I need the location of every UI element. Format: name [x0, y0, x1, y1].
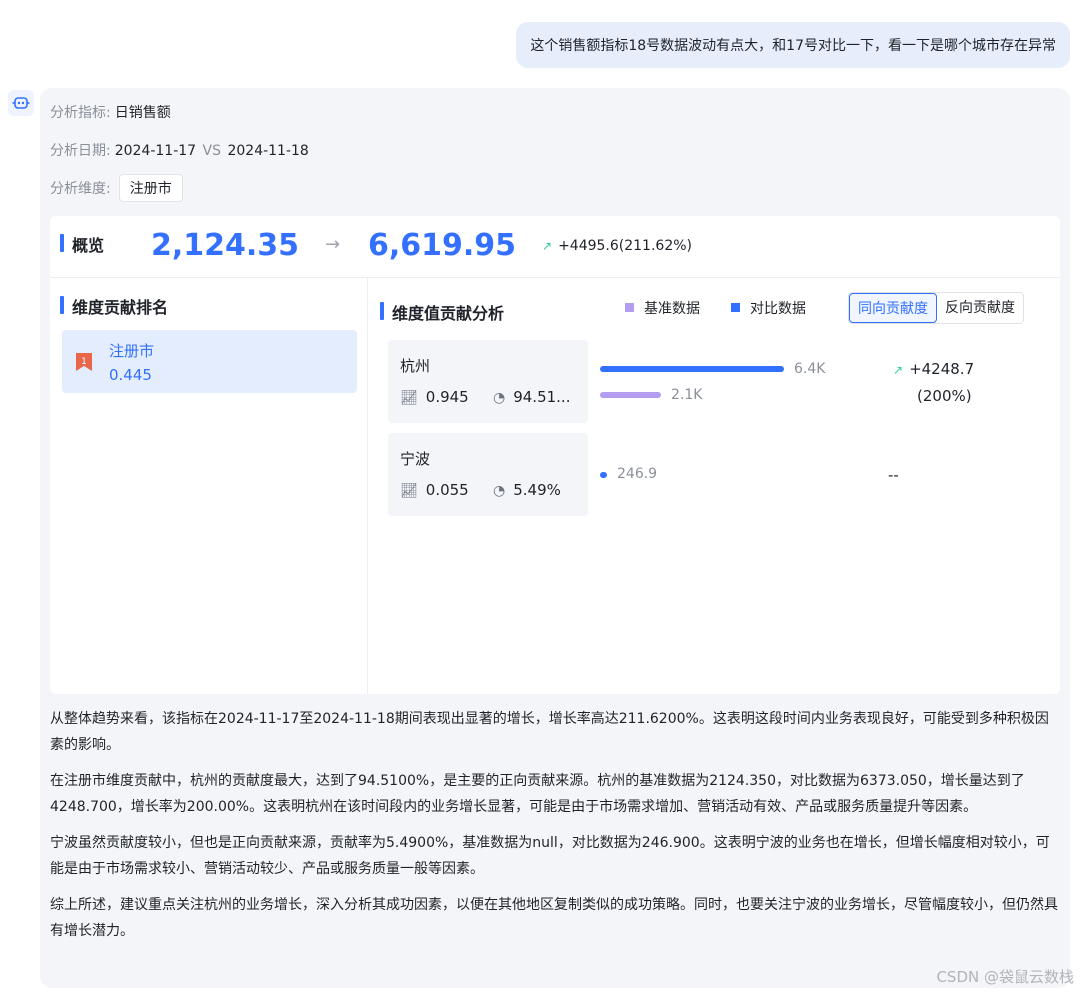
date-from: 2024-11-17 — [114, 143, 197, 159]
analysis-text: 从整体趋势来看，该指标在2024-11-17至2024-11-18期间表现出显著… — [50, 706, 1060, 954]
date-to: 2024-11-18 — [227, 143, 309, 159]
result-panel: 概览 2,124.35 → 6,619.95 ↗ +4495.6(211.62%)… — [50, 216, 1060, 694]
rank-item[interactable]: 1 注册市 0.445 — [62, 330, 357, 393]
share-stat: ◔ 5.49% — [493, 481, 561, 499]
rank-name: 注册市 — [109, 342, 155, 360]
toggle-negative[interactable]: 反向贡献度 — [937, 293, 1023, 323]
delta-ningbo: -- — [888, 466, 899, 484]
metric-label: 分析指标: — [50, 105, 111, 121]
share-stat: ◔ 94.51... — [493, 388, 570, 406]
analysis-paragraph: 宁波虽然贡献度较小，但也是正向贡献来源，贡献率为5.4900%，基准数据为nul… — [50, 835, 1050, 877]
ranking-title: 维度贡献排名 — [60, 294, 168, 318]
watermark: CSDN @袋鼠云数栈 — [936, 968, 1074, 986]
legend-base-swatch — [625, 303, 634, 312]
metric-value: 日销售额 — [114, 105, 171, 121]
bar-hangzhou-compare — [600, 366, 784, 372]
overview-change-value: +4495.6(211.62%) — [558, 238, 692, 254]
overview-title: 概览 — [60, 232, 104, 256]
share-value: 94.51... — [513, 388, 571, 406]
analysis-card: 分析指标: 日销售额 分析日期: 2024-11-17 VS 2024-11-18 … — [40, 88, 1070, 988]
dimension-analysis-title: 维度值贡献分析 — [380, 300, 504, 324]
user-message: 这个销售额指标18号数据波动有点大，和17号对比一下，看一下是哪个城市存在异常 — [516, 22, 1070, 68]
legend-compare: 对比数据 — [731, 298, 806, 318]
analysis-paragraph: 从整体趋势来看，该指标在2024-11-17至2024-11-18期间表现出显著… — [50, 711, 1049, 753]
pie-chart-icon: ◔ — [493, 483, 506, 499]
legend-compare-swatch — [731, 303, 740, 312]
trend-up-icon: ↗ — [542, 239, 553, 253]
legend-base-label: 基准数据 — [644, 301, 700, 317]
line-chart-icon: 📈︎ — [400, 483, 418, 499]
bot-avatar-icon — [8, 90, 34, 116]
delta-value: +4248.7 — [909, 360, 975, 378]
analysis-paragraph: 综上所述，建议重点关注杭州的业务增长，深入分析其成功因素，以便在其他地区复制类似… — [50, 897, 1058, 939]
contribution-value: 0.945 — [425, 388, 469, 406]
rank-value: 0.445 — [109, 366, 152, 384]
date-label: 分析日期: — [50, 143, 111, 159]
delta-pct: (200%) — [917, 387, 972, 405]
arrow-right-icon: → — [325, 234, 341, 255]
overview-change: ↗ +4495.6(211.62%) — [542, 238, 692, 254]
rank-badge-icon: 1 — [76, 353, 92, 371]
trend-up-icon: ↗ — [893, 363, 904, 377]
dimension-tag[interactable]: 注册市 — [118, 174, 183, 202]
bar-hangzhou-base — [600, 392, 661, 398]
city-card-ningbo[interactable]: 宁波 📈︎ 0.055 ◔ 5.49% — [388, 433, 588, 516]
contribution-stat: 📈︎ 0.945 — [400, 388, 469, 406]
analysis-paragraph: 在注册市维度贡献中，杭州的贡献度最大，达到了94.5100%，是主要的正向贡献来… — [50, 773, 1025, 815]
base-total: 2,124.35 — [151, 228, 300, 263]
bar-label-ningbo-compare: 246.9 — [617, 466, 658, 482]
dimension-label: 分析维度: — [50, 181, 111, 197]
contribution-stat: 📈︎ 0.055 — [400, 481, 469, 499]
date-vs: VS — [202, 143, 222, 159]
dimension-row: 分析维度: 注册市 — [50, 174, 183, 202]
city-card-hangzhou[interactable]: 杭州 📈︎ 0.945 ◔ 94.51... — [388, 340, 588, 423]
city-name: 宁波 — [400, 450, 431, 468]
toggle-positive[interactable]: 同向贡献度 — [849, 293, 937, 323]
contribution-toggle: 同向贡献度 反向贡献度 — [848, 292, 1024, 324]
bar-label-hangzhou-compare: 6.4K — [794, 361, 826, 377]
rank-number: 1 — [81, 357, 87, 367]
delta-hangzhou: ↗ +4248.7 (200%) — [893, 356, 974, 409]
legend-base: 基准数据 — [625, 298, 700, 318]
share-value: 5.49% — [513, 481, 561, 499]
line-chart-icon: 📈︎ — [400, 390, 418, 406]
bar-ningbo-compare — [600, 472, 607, 478]
bar-label-hangzhou-base: 2.1K — [671, 387, 703, 403]
legend-compare-label: 对比数据 — [750, 301, 806, 317]
city-name: 杭州 — [400, 357, 431, 375]
contribution-value: 0.055 — [425, 481, 469, 499]
metric-row: 分析指标: 日销售额 — [50, 102, 171, 122]
compare-total: 6,619.95 — [368, 228, 517, 263]
pie-chart-icon: ◔ — [493, 390, 506, 406]
ranking-section: 维度贡献排名 1 注册市 0.445 — [50, 278, 368, 694]
overview-section: 概览 2,124.35 → 6,619.95 ↗ +4495.6(211.62%) — [50, 216, 1060, 278]
date-row: 分析日期: 2024-11-17 VS 2024-11-18 — [50, 140, 309, 160]
